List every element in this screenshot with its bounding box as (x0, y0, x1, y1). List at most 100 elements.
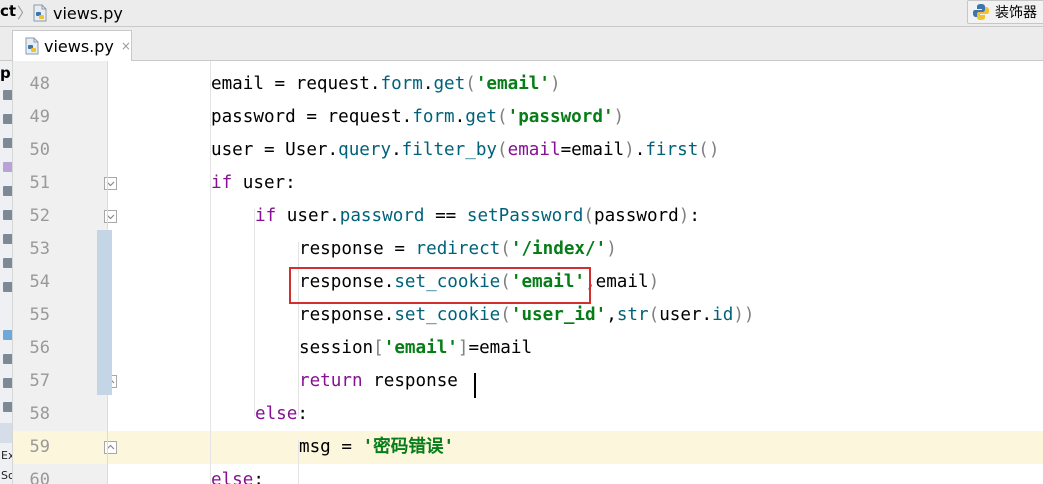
folder-icon[interactable] (3, 138, 12, 148)
decorator-config-label: 装饰器 (995, 5, 1037, 21)
breadcrumb-file[interactable]: views.py (32, 3, 123, 23)
code-line[interactable]: 58 else: (13, 398, 1043, 431)
navigation-bar: ct 〉 views.py 装饰器 (0, 0, 1043, 27)
code-token: =email (560, 140, 625, 160)
code-text[interactable]: user = User.query.filter_by(email=email)… (211, 134, 719, 167)
python-icon (973, 4, 989, 20)
breadcrumb-project[interactable]: ct (0, 2, 16, 20)
code-token: == (424, 206, 467, 226)
current-code-line[interactable]: 59 msg = '密码错误' (13, 431, 1043, 464)
code-token: ( (497, 107, 508, 127)
python-file-icon (25, 37, 39, 55)
code-text[interactable]: session['email']=email (299, 332, 532, 365)
folder-icon[interactable] (3, 114, 12, 124)
tab-views-py[interactable]: views.py × (12, 30, 132, 61)
code-text[interactable]: response = redirect('/index/') (299, 233, 617, 266)
folder-icon[interactable] (3, 258, 12, 268)
code-text[interactable]: return response (299, 365, 458, 398)
code-token: user = User. (211, 140, 339, 160)
tree-item-label[interactable]: Ex (1, 449, 12, 462)
fold-end-icon[interactable] (104, 441, 117, 454)
line-number: 49 (29, 107, 50, 127)
code-token: redirect (415, 239, 501, 259)
code-token: return (299, 371, 363, 391)
code-token: password = request. (211, 107, 413, 127)
code-token: form (412, 107, 455, 127)
code-token: else (211, 470, 254, 484)
folder-icon[interactable] (3, 282, 12, 292)
highlight-annotation (289, 267, 591, 304)
code-text[interactable]: else: (211, 464, 264, 484)
code-token: email = request. (211, 74, 381, 94)
code-token: . (634, 140, 646, 160)
folder-icon[interactable] (3, 90, 12, 100)
decorator-config-button[interactable]: 装饰器 (967, 0, 1043, 24)
code-token: user. (659, 305, 713, 325)
code-text[interactable]: password = request.form.get('password') (211, 101, 624, 134)
fold-collapse-icon[interactable] (104, 177, 117, 190)
code-token: ) (648, 272, 660, 292)
vcs-change-marker[interactable] (97, 230, 112, 395)
code-line[interactable]: 56 session['email']=email (13, 332, 1043, 365)
folder-icon[interactable] (3, 186, 12, 196)
code-token: query (338, 140, 392, 160)
indent-guide (210, 61, 211, 484)
code-token: ) (613, 107, 625, 127)
code-token: ,email (585, 272, 649, 292)
code-line[interactable]: 50 user = User.query.filter_by(email=emai… (13, 134, 1043, 167)
fold-collapse-icon[interactable] (104, 210, 117, 223)
code-token: ) (549, 74, 561, 94)
code-text[interactable]: else: (255, 398, 308, 431)
code-text[interactable]: msg = '密码错误' (299, 431, 454, 464)
tree-item-label[interactable]: Sc (1, 469, 12, 482)
code-token: response (362, 371, 458, 391)
code-token: ( (648, 305, 660, 325)
close-icon[interactable]: × (121, 39, 131, 53)
code-token: =email (468, 338, 533, 358)
code-line[interactable]: 48 email = request.form.get('email') (13, 68, 1043, 101)
folder-icon[interactable] (3, 234, 12, 244)
folder-icon[interactable] (3, 402, 12, 412)
code-token: : (689, 206, 700, 226)
code-token: response. (299, 305, 395, 325)
folder-icon[interactable] (3, 354, 12, 364)
code-token: ( (500, 305, 511, 325)
selected-tree-item[interactable] (0, 423, 12, 443)
code-token: , (606, 305, 617, 325)
code-token: if (255, 206, 277, 226)
code-token: ] (457, 338, 469, 358)
folder-icon[interactable] (3, 378, 12, 388)
line-number: 55 (29, 305, 50, 325)
code-token: ) (624, 140, 635, 160)
code-text[interactable]: if user.password == setPassword(password… (255, 200, 700, 233)
code-token: () (698, 140, 720, 160)
code-token: '/index/' (510, 239, 607, 259)
code-token: ( (465, 74, 476, 94)
code-line[interactable]: 52 if user.password == setPassword(passwo… (13, 200, 1043, 233)
project-root-label[interactable]: p (0, 64, 11, 82)
code-token: id (712, 305, 734, 325)
code-token: get (433, 74, 466, 94)
code-line[interactable]: 60 else: (13, 464, 1043, 484)
tab-label: views.py (44, 36, 114, 56)
code-text[interactable]: email = request.form.get('email') (211, 68, 561, 101)
line-number: 54 (29, 272, 50, 292)
code-line[interactable]: 53 response = redirect('/index/') (13, 233, 1043, 266)
code-token: ( (500, 239, 511, 259)
code-line[interactable]: 49 password = request.form.get('password'… (13, 101, 1043, 134)
line-number: 56 (29, 338, 50, 358)
line-number: 60 (29, 470, 50, 484)
code-line[interactable]: 57 return response (13, 365, 1043, 398)
python-file-icon (33, 4, 47, 22)
code-token: [ (373, 338, 384, 358)
code-token: str (616, 305, 649, 325)
file-icon[interactable] (3, 162, 12, 172)
code-text[interactable]: if user: (211, 167, 296, 200)
code-line[interactable]: 51 if user: (13, 167, 1043, 200)
folder-icon[interactable] (3, 210, 12, 220)
code-token: form (380, 74, 423, 94)
library-icon[interactable] (3, 330, 12, 340)
code-token: )) (733, 305, 755, 325)
code-token: password (339, 206, 425, 226)
code-token: user. (276, 206, 340, 226)
